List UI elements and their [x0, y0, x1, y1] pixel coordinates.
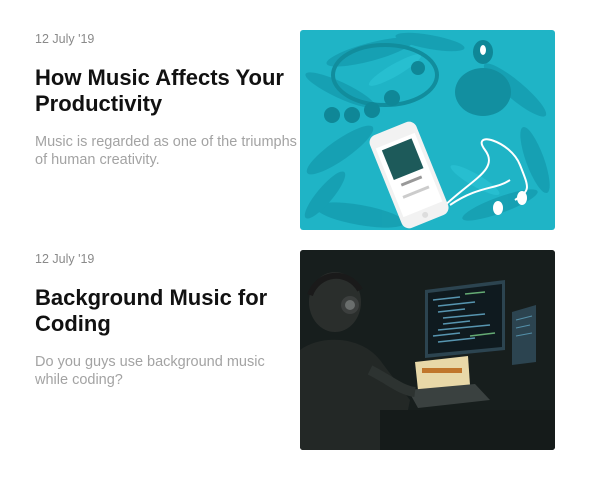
post-title[interactable]: How Music Affects Your Productivity — [35, 65, 297, 117]
post-excerpt: Music is regarded as one of the triumphs… — [35, 134, 297, 168]
post-card[interactable]: 12 July '19 Background Music for Coding … — [35, 250, 555, 450]
post-date: 12 July '19 — [35, 252, 95, 266]
post-title[interactable]: Background Music for Coding — [35, 285, 297, 337]
page: 12 July '19 How Music Affects Your Produ… — [0, 0, 600, 480]
post-date: 12 July '19 — [35, 32, 95, 46]
post-card[interactable]: 12 July '19 How Music Affects Your Produ… — [35, 30, 555, 230]
post-thumbnail-coding[interactable] — [300, 250, 555, 450]
phone-earphones-image — [300, 30, 555, 230]
post-thumbnail-music-phone[interactable] — [300, 30, 555, 230]
post-excerpt: Do you guys use background music while c… — [35, 354, 265, 388]
person-coding-image — [300, 250, 555, 450]
